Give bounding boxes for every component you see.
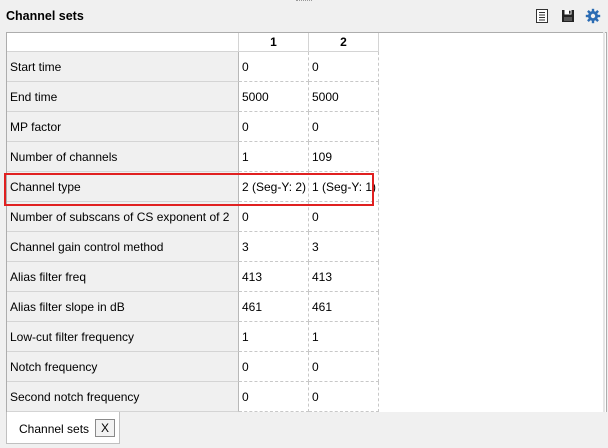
table-row: Notch frequency 0 0	[7, 352, 379, 382]
row-header-number-of-channels[interactable]: Number of channels	[7, 142, 239, 172]
row-header-number-of-subscans[interactable]: Number of subscans of CS exponent of 2	[7, 202, 239, 232]
table-cell[interactable]: 0	[239, 382, 309, 412]
table-row: Second notch frequency 0 0	[7, 382, 379, 412]
panel-title: Channel sets	[6, 9, 84, 23]
table-row: MP factor 0 0	[7, 112, 379, 142]
column-header-2[interactable]: 2	[309, 33, 379, 52]
table-cell[interactable]: 0	[239, 52, 309, 82]
table-cell[interactable]: 1	[239, 322, 309, 352]
table-cell[interactable]: 5000	[239, 82, 309, 112]
table-row: Alias filter slope in dB 461 461	[7, 292, 379, 322]
table-row: Channel gain control method 3 3	[7, 232, 379, 262]
table-cell[interactable]: 461	[309, 292, 379, 322]
table-cell[interactable]: 0	[309, 112, 379, 142]
settings-gear-icon[interactable]	[585, 8, 601, 24]
table-cell[interactable]: 3	[309, 232, 379, 262]
table-row: Start time 0 0	[7, 52, 379, 82]
row-header-mp-factor[interactable]: MP factor	[7, 112, 239, 142]
table-row: Alias filter freq 413 413	[7, 262, 379, 292]
row-header-channel-gain-control[interactable]: Channel gain control method	[7, 232, 239, 262]
table-cell[interactable]: 0	[309, 352, 379, 382]
table-cell[interactable]: 109	[309, 142, 379, 172]
row-header-start-time[interactable]: Start time	[7, 52, 239, 82]
table-row: Channel type 2 (Seg-Y: 2) 1 (Seg-Y: 1)	[7, 172, 379, 202]
table-cell[interactable]: 5000	[309, 82, 379, 112]
vertical-scrollbar[interactable]	[603, 32, 605, 412]
table-cell[interactable]: 0	[239, 352, 309, 382]
table-cell[interactable]: 1 (Seg-Y: 1)	[309, 172, 379, 202]
tab-label: Channel sets	[19, 422, 90, 436]
table-cell[interactable]: 413	[239, 262, 309, 292]
row-header-alias-filter-freq[interactable]: Alias filter freq	[7, 262, 239, 292]
row-header-notch-frequency[interactable]: Notch frequency	[7, 352, 239, 382]
table-cell[interactable]: 1	[239, 142, 309, 172]
table-cell[interactable]: 461	[239, 292, 309, 322]
row-header-second-notch-frequency[interactable]: Second notch frequency	[7, 382, 239, 412]
row-header-end-time[interactable]: End time	[7, 82, 239, 112]
table-row: End time 5000 5000	[7, 82, 379, 112]
column-header-1[interactable]: 1	[239, 33, 309, 52]
table-cell[interactable]: 0	[239, 202, 309, 232]
table-row: Low-cut filter frequency 1 1	[7, 322, 379, 352]
table-cell[interactable]: 3	[239, 232, 309, 262]
row-header-low-cut-filter[interactable]: Low-cut filter frequency	[7, 322, 239, 352]
tab-bar: Channel sets X	[0, 412, 608, 448]
tab-close-button[interactable]: X	[95, 419, 115, 437]
table-cell[interactable]: 0	[309, 202, 379, 232]
table-cell[interactable]: 0	[239, 112, 309, 142]
row-header-channel-type[interactable]: Channel type	[7, 172, 239, 202]
table-cell[interactable]: 0	[309, 52, 379, 82]
table-cell[interactable]: 413	[309, 262, 379, 292]
tab-channel-sets[interactable]: Channel sets X	[6, 412, 120, 444]
table-cell[interactable]: 1	[309, 322, 379, 352]
channel-sets-grid[interactable]: 1 2 Start time 0 0 End time 5000 5000 MP…	[6, 32, 607, 414]
panel-title-bar: Channel sets	[0, 0, 608, 32]
table-cell[interactable]: 2 (Seg-Y: 2)	[239, 172, 309, 202]
table-row: Number of channels 1 109	[7, 142, 379, 172]
grid-corner-header[interactable]	[7, 33, 239, 52]
save-icon[interactable]	[560, 8, 576, 24]
table-row: Number of subscans of CS exponent of 2 0…	[7, 202, 379, 232]
table-view-icon[interactable]	[534, 8, 550, 24]
row-header-alias-filter-slope[interactable]: Alias filter slope in dB	[7, 292, 239, 322]
table-cell[interactable]: 0	[309, 382, 379, 412]
